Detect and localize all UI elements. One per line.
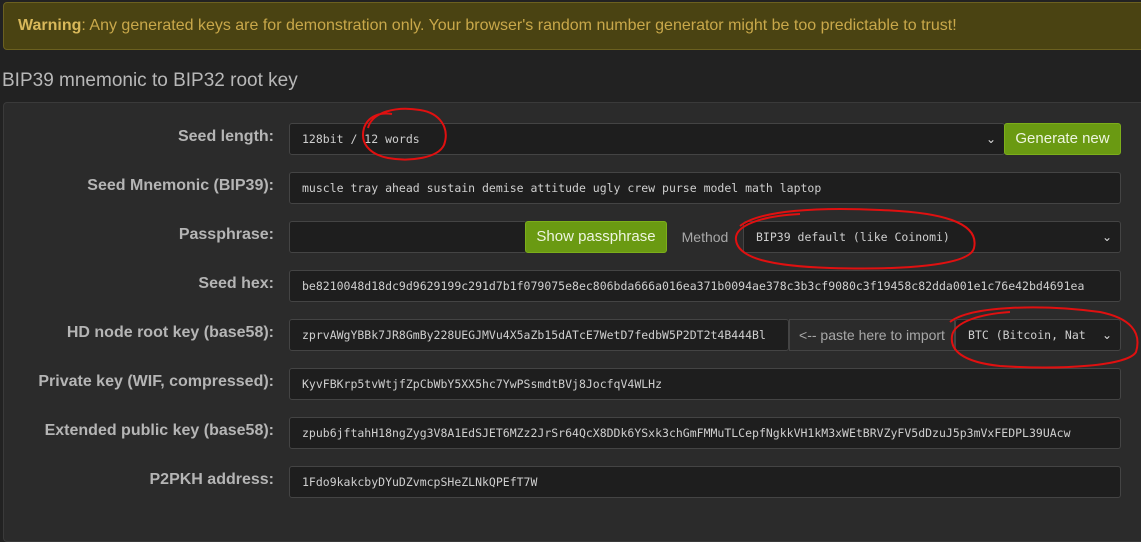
private-key-label: Private key (WIF, compressed):: [38, 373, 274, 390]
chevron-down-icon: ⌄: [1101, 230, 1112, 244]
passphrase-label: Passphrase:: [178, 226, 274, 243]
seed-hex-label: Seed hex:: [198, 275, 274, 292]
mnemonic-label: Seed Mnemonic (BIP39):: [87, 177, 274, 194]
p2pkh-label: P2PKH address:: [149, 471, 275, 488]
generate-new-button[interactable]: Generate new: [1004, 123, 1121, 155]
ext-pub-key-input[interactable]: zpub6jftahH18ngZyg3V8A1EdSJET6MZz2JrSr64…: [289, 417, 1121, 449]
show-passphrase-button[interactable]: Show passphrase: [525, 221, 667, 253]
paste-hint: <-- paste here to import: [789, 319, 955, 351]
seed-length-select[interactable]: 128bit / 12 words ⌄: [289, 123, 1005, 155]
network-select[interactable]: BTC (Bitcoin, Nat ⌄: [955, 319, 1121, 351]
seed-length-label: Seed length:: [177, 128, 274, 145]
mnemonic-input[interactable]: muscle tray ahead sustain demise attitud…: [289, 172, 1121, 204]
passphrase-input[interactable]: [289, 221, 527, 253]
method-select[interactable]: BIP39 default (like Coinomi) ⌄: [743, 221, 1121, 253]
seed-hex-input[interactable]: be8210048d18dc9d9629199c291d7b1f079075e8…: [289, 270, 1121, 302]
chevron-down-icon: ⌄: [985, 132, 996, 146]
section-title: BIP39 mnemonic to BIP32 root key: [2, 70, 298, 91]
chevron-down-icon: ⌄: [1101, 328, 1112, 342]
root-key-input[interactable]: zprvAWgYBBk7JR8GmBy228UEGJMVu4X5aZb15dAT…: [289, 319, 789, 351]
warning-label: Warning: [18, 17, 82, 34]
warning-text: : Any generated keys are for demonstrati…: [81, 17, 957, 34]
seed-length-value: 128bit / 12 words: [302, 132, 420, 146]
root-key-label: HD node root key (base58):: [66, 324, 274, 341]
p2pkh-input[interactable]: 1Fdo9kakcbyDYuDZvmcpSHeZLNkQPEfT7W: [289, 466, 1121, 498]
method-value: BIP39 default (like Coinomi): [756, 230, 950, 244]
warning-banner: Warning: Any generated keys are for demo…: [3, 2, 1141, 50]
private-key-input[interactable]: KyvFBKrp5tvWtjfZpCbWbY5XX5hc7YwPSsmdtBVj…: [289, 368, 1121, 400]
method-label: Method: [667, 221, 743, 253]
ext-pub-key-label: Extended public key (base58):: [44, 422, 274, 439]
network-value: BTC (Bitcoin, Nat: [968, 328, 1086, 342]
